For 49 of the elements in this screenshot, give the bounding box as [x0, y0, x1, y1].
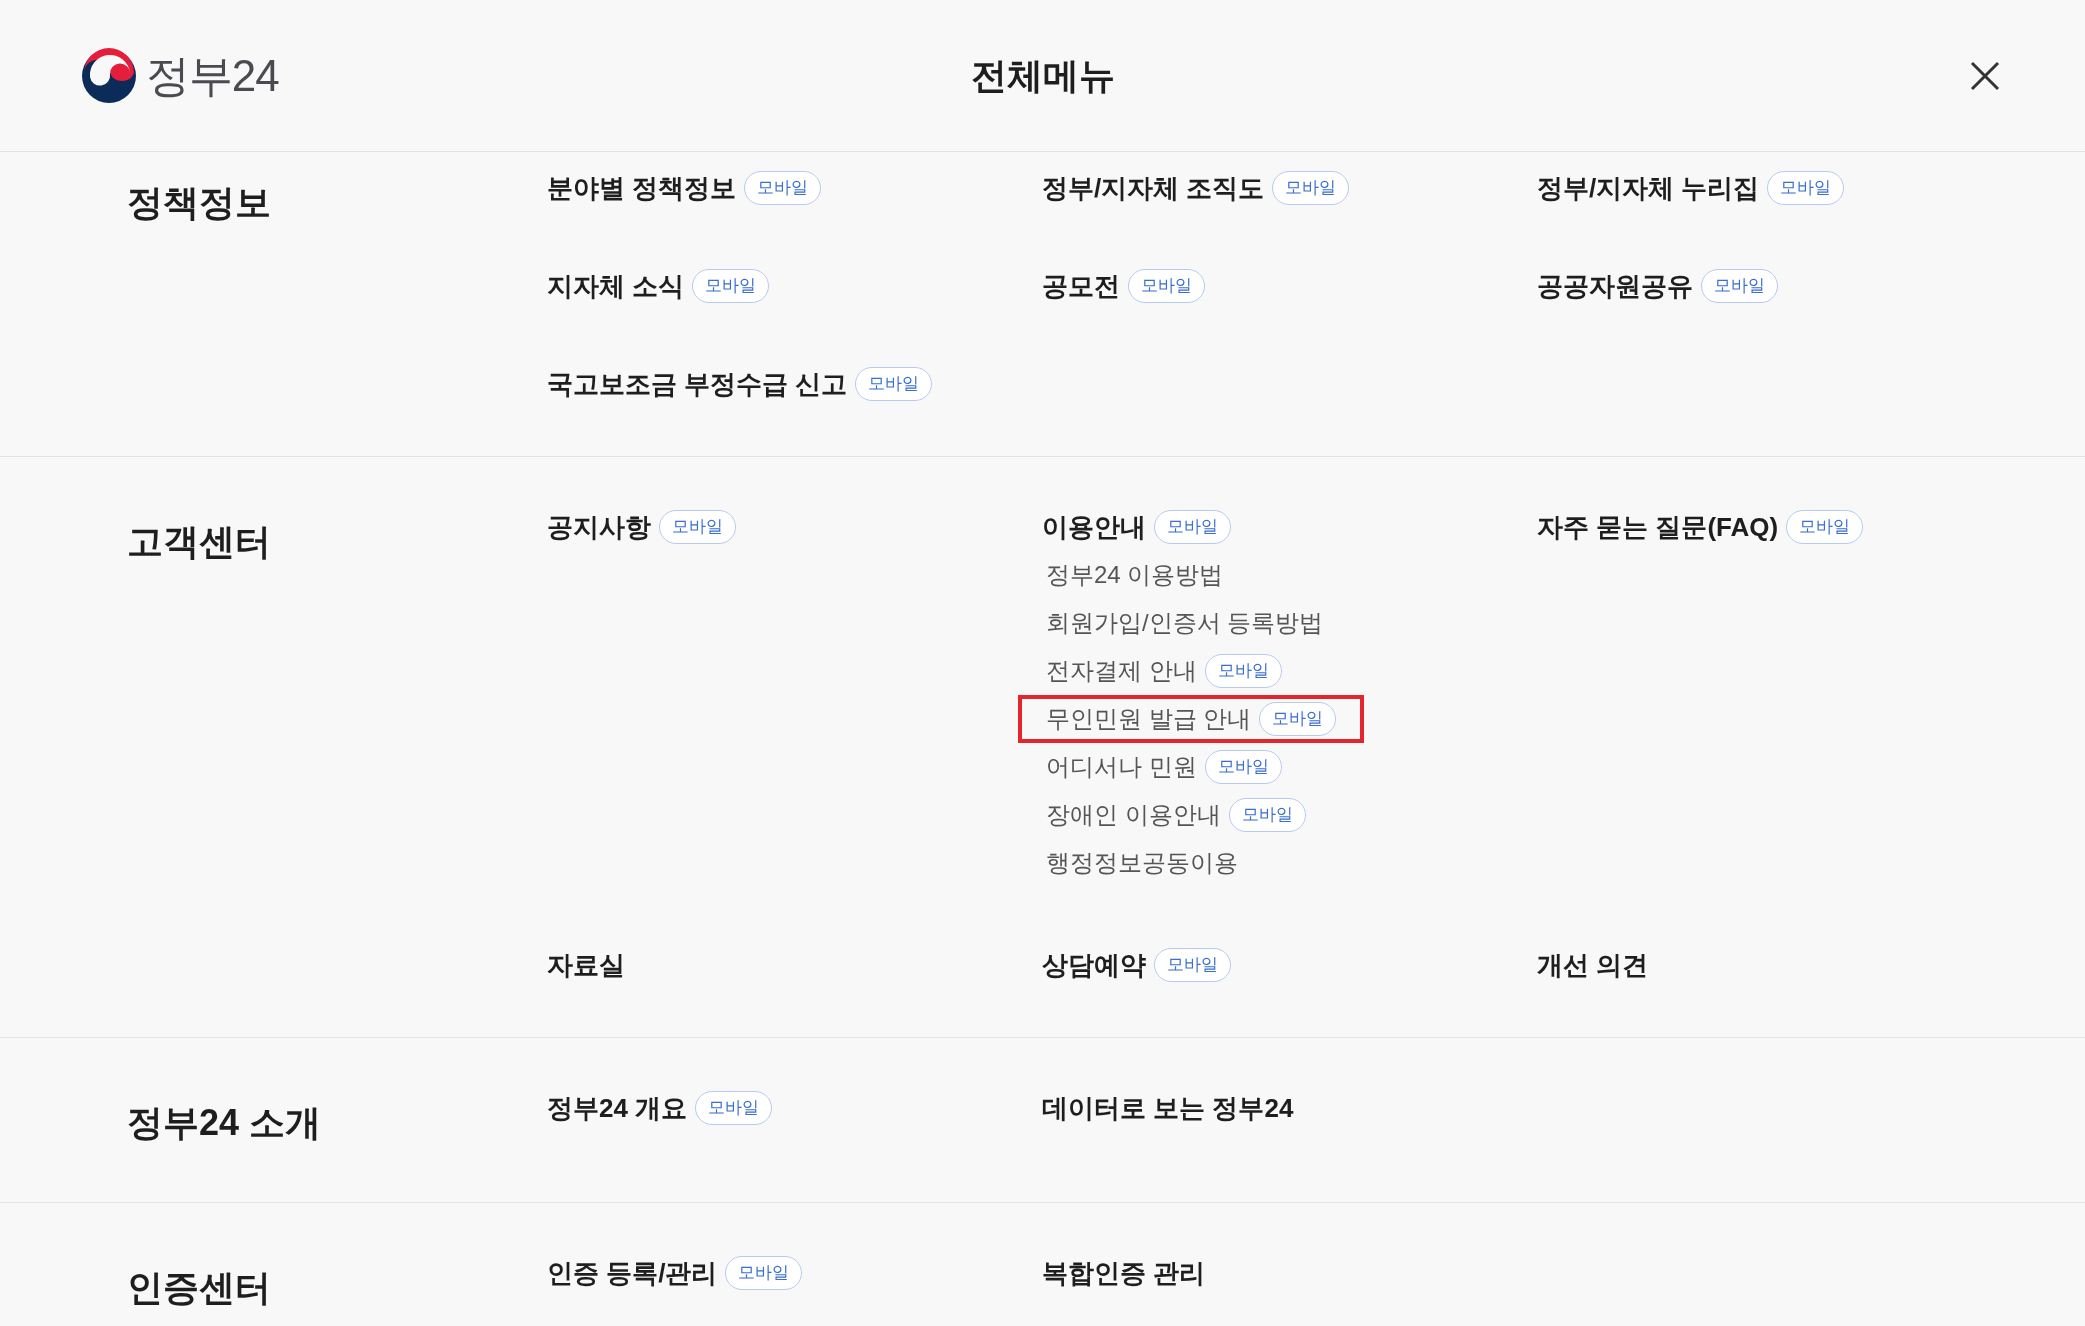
- menu-link[interactable]: 국고보조금 부정수급 신고: [547, 364, 848, 404]
- mobile-badge: 모바일: [1767, 171, 1845, 205]
- submenu-link[interactable]: 회원가입/인증서 등록방법: [1046, 605, 1324, 641]
- mobile-badge: 모바일: [1786, 510, 1864, 544]
- menu-link[interactable]: 자주 묻는 질문(FAQ): [1537, 507, 1779, 547]
- menu-link[interactable]: 지자체 소식: [547, 266, 685, 306]
- menu-link[interactable]: 자료실: [547, 945, 625, 985]
- submenu-link[interactable]: 무인민원 발급 안내: [1046, 701, 1252, 737]
- section-title: 정부24 소개: [127, 1101, 323, 1145]
- menu-link[interactable]: 상담예약: [1042, 945, 1146, 985]
- mobile-badge: 모바일: [1228, 798, 1306, 832]
- mobile-badge: 모바일: [1154, 510, 1231, 544]
- close-icon: [1969, 59, 2001, 92]
- menu-link[interactable]: 복합인증 관리: [1042, 1253, 1206, 1293]
- logo-icon: [80, 46, 138, 105]
- menu-link[interactable]: 공공자원공유: [1537, 266, 1693, 306]
- menu-link[interactable]: 분야별 정책정보: [547, 168, 737, 208]
- menu-link[interactable]: 정부24 개요: [547, 1088, 688, 1128]
- mobile-badge: 모바일: [659, 510, 736, 544]
- section-title: 고객센터: [127, 520, 272, 564]
- menu-link[interactable]: 데이터로 보는 정부24: [1042, 1088, 1294, 1128]
- submenu-link[interactable]: 행정정보공동이용: [1046, 845, 1238, 881]
- mobile-badge: 모바일: [1154, 948, 1231, 982]
- menu-link[interactable]: 정부/지자체 누리집: [1537, 168, 1760, 208]
- submenu-link[interactable]: 어디서나 민원: [1046, 749, 1197, 785]
- mobile-badge: 모바일: [744, 171, 822, 205]
- mobile-badge: 모바일: [725, 1256, 803, 1290]
- section-title: 정책정보: [127, 181, 272, 225]
- menu-link[interactable]: 공지사항: [547, 507, 651, 547]
- submenu-link[interactable]: 정부24 이용방법: [1046, 557, 1224, 593]
- mobile-badge: 모바일: [1204, 750, 1282, 784]
- menu-link[interactable]: 인증 등록/관리: [547, 1253, 718, 1293]
- mobile-badge: 모바일: [855, 367, 933, 401]
- menu-link[interactable]: 공모전: [1042, 266, 1120, 306]
- section-title: 인증센터: [127, 1266, 272, 1310]
- mobile-badge: 모바일: [692, 269, 770, 303]
- mobile-badge: 모바일: [1128, 269, 1205, 303]
- submenu-link[interactable]: 장애인 이용안내: [1046, 797, 1221, 833]
- mobile-badge: 모바일: [1272, 171, 1350, 205]
- submenu-link[interactable]: 전자결제 안내: [1046, 653, 1197, 689]
- page-title: 전체메뉴: [970, 53, 1115, 98]
- mobile-badge: 모바일: [1701, 269, 1778, 303]
- menu-link[interactable]: 이용안내: [1042, 507, 1146, 547]
- mobile-badge: 모바일: [695, 1091, 773, 1125]
- menu-link[interactable]: 정부/지자체 조직도: [1042, 168, 1265, 208]
- mobile-badge: 모바일: [1204, 654, 1282, 688]
- logo-text: 정부24: [146, 49, 279, 102]
- menu-link[interactable]: 개선 의견: [1537, 945, 1649, 985]
- mobile-badge: 모바일: [1259, 702, 1337, 736]
